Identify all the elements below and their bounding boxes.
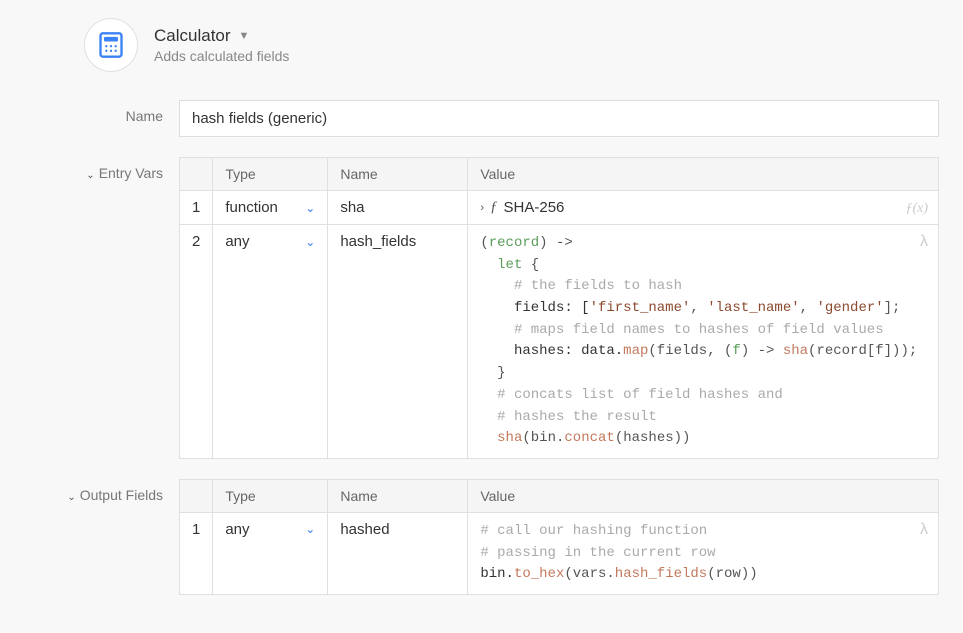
type-select[interactable]: any ⌄ — [225, 521, 315, 538]
row-index: 1 — [180, 512, 213, 594]
type-select[interactable]: function ⌄ — [225, 199, 315, 216]
output-fields-label: Output Fields — [80, 487, 163, 503]
table-header-idx — [180, 479, 213, 512]
component-title-dropdown[interactable]: Calculator ▼ — [154, 26, 289, 46]
chevron-down-icon: ⌄ — [305, 522, 315, 536]
entry-vars-label: Entry Vars — [99, 165, 163, 181]
value-cell[interactable]: λ (record) -> let { # the fields to hash… — [468, 225, 939, 459]
table-header-value: Value — [468, 479, 939, 512]
expand-caret-icon[interactable]: › — [480, 202, 484, 214]
var-name-cell[interactable]: sha — [328, 191, 468, 225]
lambda-icon: λ — [920, 521, 928, 539]
output-fields-section-toggle[interactable]: ⌄ Output Fields — [24, 479, 179, 503]
output-fields-table: Type Name Value 1 any ⌄ — [179, 479, 939, 595]
component-header: Calculator ▼ Adds calculated fields — [24, 18, 939, 72]
fx-icon: ƒ(x) — [905, 201, 928, 217]
name-input[interactable] — [179, 100, 939, 137]
entry-vars-section-toggle[interactable]: ⌄ Entry Vars — [24, 157, 179, 181]
row-index: 2 — [180, 225, 213, 459]
code-block: (record) -> let { # the fields to hash f… — [480, 233, 926, 450]
table-row: 2 any ⌄ hash_fields λ (record) -> let { … — [180, 225, 939, 459]
table-header-type: Type — [213, 158, 328, 191]
chevron-down-icon: ⌄ — [305, 201, 315, 215]
table-header-name: Name — [328, 158, 468, 191]
code-block: # call our hashing function # passing in… — [480, 521, 926, 586]
var-name-cell[interactable]: hash_fields — [328, 225, 468, 459]
type-select[interactable]: any ⌄ — [225, 233, 315, 250]
value-cell[interactable]: › ƒ SHA-256 ƒ(x) — [468, 191, 939, 225]
table-header-idx — [180, 158, 213, 191]
entry-vars-table: Type Name Value 1 function ⌄ — [179, 157, 939, 459]
table-row: 1 function ⌄ sha › ƒ SHA — [180, 191, 939, 225]
table-header-value: Value — [468, 158, 939, 191]
chevron-down-icon: ⌄ — [67, 492, 75, 503]
row-index: 1 — [180, 191, 213, 225]
chevron-down-icon: ⌄ — [86, 170, 94, 181]
name-label: Name — [24, 100, 179, 124]
type-value: function — [225, 199, 278, 216]
calculator-icon — [84, 18, 138, 72]
lambda-icon: λ — [920, 233, 928, 251]
component-title: Calculator — [154, 26, 231, 46]
type-value: any — [225, 233, 249, 250]
chevron-down-icon: ⌄ — [305, 235, 315, 249]
function-name: SHA-256 — [504, 199, 565, 216]
type-value: any — [225, 521, 249, 538]
value-cell[interactable]: λ # call our hashing function # passing … — [468, 512, 939, 594]
function-symbol-icon: ƒ — [490, 199, 498, 216]
chevron-down-icon: ▼ — [239, 30, 250, 42]
table-row: 1 any ⌄ hashed λ # call our hashing func… — [180, 512, 939, 594]
table-header-type: Type — [213, 479, 328, 512]
component-subtitle: Adds calculated fields — [154, 48, 289, 64]
table-header-name: Name — [328, 479, 468, 512]
field-name-cell[interactable]: hashed — [328, 512, 468, 594]
